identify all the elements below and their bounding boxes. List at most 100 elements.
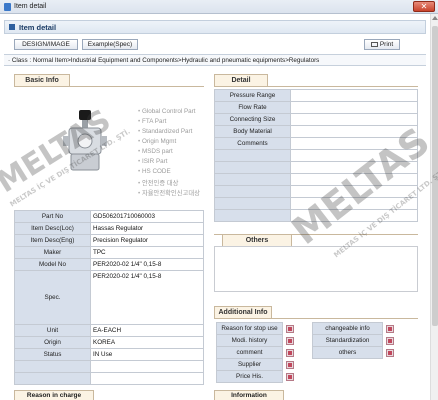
table-row	[14, 372, 204, 385]
row-label: Comments	[214, 137, 291, 150]
row-value: PER2020-02 1/4" 0,15-8	[90, 258, 204, 271]
row-value	[290, 125, 418, 138]
popup-icon[interactable]	[285, 324, 294, 333]
basic-info-table: Part No GD506201710060003 Item Desc(Loc) H…	[14, 210, 204, 385]
comment-label[interactable]: comment	[216, 346, 283, 359]
row-value	[90, 372, 204, 385]
information-tab: Information	[214, 390, 284, 400]
list-item[interactable]: Reason for stop use	[216, 322, 297, 335]
row-value: GD506201710060003	[90, 210, 204, 223]
row-label	[14, 360, 91, 373]
popup-icon[interactable]	[385, 324, 394, 333]
popup-icon[interactable]	[385, 348, 394, 357]
popup-icon[interactable]	[285, 360, 294, 369]
header-square-icon	[9, 24, 15, 30]
row-value	[290, 89, 418, 102]
additional-info-line	[214, 318, 418, 319]
table-row: Part No GD506201710060003	[14, 210, 204, 223]
table-row: Status IN Use	[14, 348, 204, 361]
additional-info-tab: Additional Info	[214, 306, 272, 318]
popup-icon[interactable]	[285, 348, 294, 357]
classification-path: · Class : Normal Item>Industrial Equipme…	[4, 54, 426, 66]
additional-left-table: Reason for stop use Modi. history commen…	[216, 322, 297, 383]
basic-info-line	[14, 86, 204, 87]
example-spec-button[interactable]: Example(Spec)	[82, 39, 138, 50]
table-row: Item Desc(Loc) Hassas Regulator	[14, 222, 204, 235]
others-label[interactable]: others	[312, 346, 383, 359]
cert-item: Origin Mgmt	[138, 138, 206, 148]
changeable-info-label[interactable]: changeable info	[312, 322, 383, 335]
additional-right-table: changeable info Standardization others	[312, 322, 397, 359]
row-value: TPC	[90, 246, 204, 259]
basic-info-tab: Basic Info	[14, 74, 70, 86]
list-item[interactable]: others	[312, 346, 397, 359]
price-history-label[interactable]: Price His.	[216, 370, 283, 383]
row-label	[14, 372, 91, 385]
detail-tab: Detail	[214, 74, 268, 86]
table-row: Item Desc(Eng) Precision Regulator	[14, 234, 204, 247]
reason-in-charge-tab: Reason in charge	[14, 390, 94, 400]
row-value	[290, 149, 418, 162]
popup-icon[interactable]	[285, 336, 294, 345]
spec-label: Spec.	[14, 270, 91, 325]
popup-icon[interactable]	[285, 372, 294, 381]
window-titlebar: Item detail ✕	[0, 0, 438, 14]
design-image-button[interactable]: DESIGN/IMAGE	[14, 39, 78, 50]
reason-stop-use-label[interactable]: Reason for stop use	[216, 322, 283, 335]
popup-icon-cell[interactable]	[283, 323, 297, 335]
scroll-up-arrow-icon[interactable]	[432, 16, 438, 20]
popup-icon[interactable]	[385, 336, 394, 345]
row-label: Unit	[14, 324, 91, 337]
vertical-scrollbar[interactable]	[430, 14, 438, 400]
row-value: IN Use	[90, 348, 204, 361]
popup-icon-cell[interactable]	[383, 335, 397, 347]
supplier-label[interactable]: Supplier	[216, 358, 283, 371]
row-label: Model No	[14, 258, 91, 271]
table-row: Maker TPC	[14, 246, 204, 259]
close-button[interactable]: ✕	[413, 1, 435, 12]
row-label: Body Material	[214, 125, 291, 138]
standardization-label[interactable]: Standardization	[312, 334, 383, 347]
table-row	[214, 161, 418, 174]
page-header: Item detail	[4, 20, 426, 34]
table-row	[214, 173, 418, 186]
cert-item: FTA Part	[138, 118, 206, 128]
row-value	[90, 360, 204, 373]
row-label	[214, 161, 291, 174]
list-item[interactable]: changeable info	[312, 322, 397, 335]
popup-icon-cell[interactable]	[383, 323, 397, 335]
cert-item: 자율안전확인신고대상	[138, 188, 206, 198]
row-label: Flow Rate	[214, 101, 291, 114]
certification-list: Global Control Part FTA Part Standardize…	[138, 108, 206, 198]
row-label: Origin	[14, 336, 91, 349]
table-row: Body Material	[214, 125, 418, 138]
row-value	[290, 185, 418, 198]
list-item[interactable]: Price His.	[216, 370, 297, 383]
spec-value: PER2020-02 1/4" 0,15-8	[90, 270, 204, 325]
list-item[interactable]: Supplier	[216, 358, 297, 371]
row-value	[290, 113, 418, 126]
table-row	[214, 149, 418, 162]
popup-icon-cell[interactable]	[383, 347, 397, 359]
row-value: Precision Regulator	[90, 234, 204, 247]
modi-history-label[interactable]: Modi. history	[216, 334, 283, 347]
cert-item: Standardized Part	[138, 128, 206, 138]
popup-icon-cell[interactable]	[283, 359, 297, 371]
cert-item: Global Control Part	[138, 108, 206, 118]
row-label	[214, 185, 291, 198]
window-title: Item detail	[14, 3, 47, 10]
popup-icon-cell[interactable]	[283, 347, 297, 359]
row-label: Status	[14, 348, 91, 361]
list-item[interactable]: comment	[216, 346, 297, 359]
list-item[interactable]: Standardization	[312, 334, 397, 347]
row-value: KOREA	[90, 336, 204, 349]
row-label: Item Desc(Loc)	[14, 222, 91, 235]
print-label: Print	[379, 41, 394, 48]
popup-icon-cell[interactable]	[283, 335, 297, 347]
table-row: Model No PER2020-02 1/4" 0,15-8	[14, 258, 204, 271]
print-button[interactable]: Print	[364, 39, 400, 50]
row-value	[290, 137, 418, 150]
row-value: EA-EACH	[90, 324, 204, 337]
list-item[interactable]: Modi. history	[216, 334, 297, 347]
popup-icon-cell[interactable]	[283, 371, 297, 383]
